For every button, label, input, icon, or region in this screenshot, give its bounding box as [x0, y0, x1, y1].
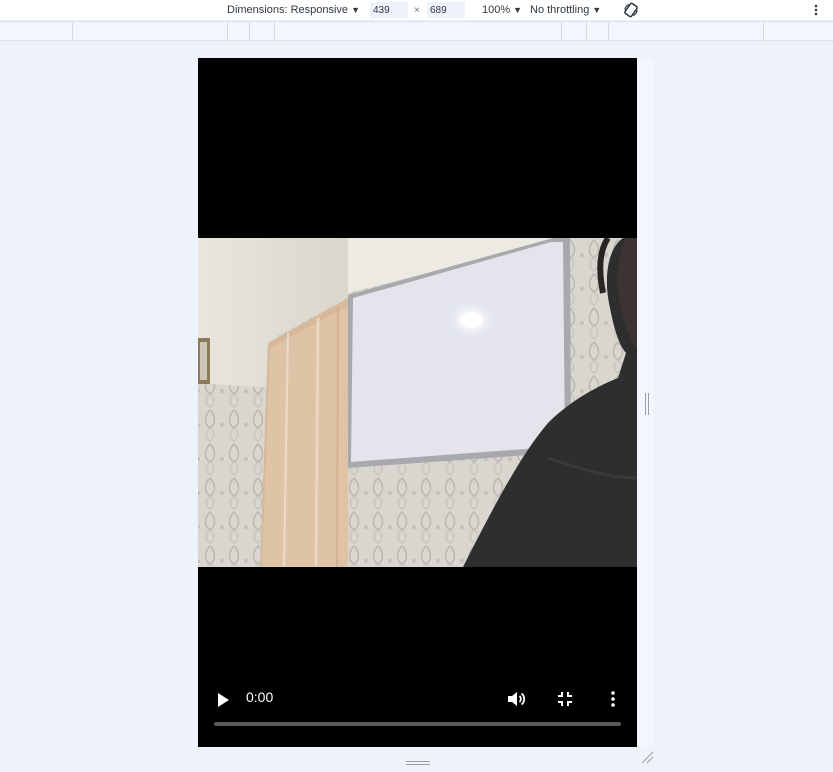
dimensions-dropdown[interactable]: Dimensions: Responsive ▼ — [227, 0, 360, 20]
video-progress-bar[interactable] — [214, 722, 621, 726]
more-vert-icon — [611, 691, 615, 707]
volume-icon — [508, 692, 525, 706]
resize-handle-right[interactable] — [644, 393, 650, 415]
media-query-ruler — [0, 21, 833, 41]
exit-fullscreen-button[interactable] — [553, 687, 577, 711]
dimensions-label: Dimensions: Responsive — [227, 4, 349, 16]
device-toolbar: Dimensions: Responsive ▼ × 100% ▼ No thr… — [0, 0, 833, 20]
throttling-label: No throttling — [530, 4, 590, 16]
throttling-dropdown[interactable]: No throttling ▼ — [530, 0, 601, 20]
video-frame — [198, 238, 637, 567]
caret-down-icon: ▼ — [513, 5, 523, 15]
resize-handle-corner[interactable] — [640, 750, 654, 764]
video-menu-button[interactable] — [601, 687, 625, 711]
height-input[interactable] — [427, 2, 465, 18]
volume-button[interactable] — [504, 687, 528, 711]
zoom-dropdown[interactable]: 100% ▼ — [482, 0, 522, 20]
time-display: 0:00 — [246, 689, 274, 705]
exit-fullscreen-icon — [558, 692, 572, 706]
more-options-icon[interactable] — [808, 0, 824, 20]
width-input[interactable] — [370, 2, 408, 18]
play-button[interactable] — [212, 689, 234, 711]
caret-down-icon: ▼ — [592, 5, 602, 15]
rotate-icon[interactable] — [622, 1, 640, 19]
play-icon — [218, 693, 229, 707]
zoom-label: 100% — [482, 4, 511, 16]
caret-down-icon: ▼ — [351, 5, 360, 15]
times-symbol: × — [414, 4, 420, 16]
video-player[interactable]: 0:00 — [198, 58, 637, 747]
resize-handle-bottom[interactable] — [406, 754, 430, 765]
